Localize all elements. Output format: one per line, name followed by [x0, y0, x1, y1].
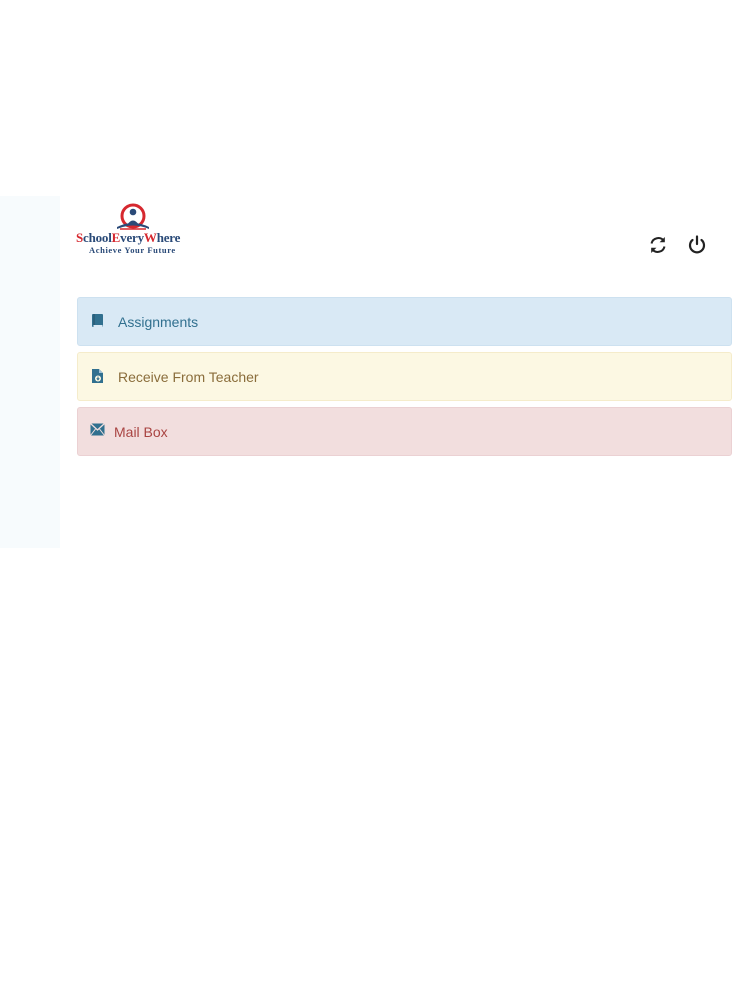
refresh-button[interactable] — [647, 234, 669, 256]
file-download-icon — [92, 369, 103, 383]
book-icon — [92, 314, 103, 327]
menu-item-mail-box[interactable]: Mail Box — [77, 407, 732, 456]
school-everywhere-logo: SchoolEveryWhere Achieve Your Future — [76, 203, 194, 259]
logo-word-chool: chool — [83, 230, 112, 245]
logo-letter-e: E — [111, 230, 121, 245]
refresh-icon — [650, 237, 666, 253]
menu-item-label: Receive From Teacher — [118, 369, 259, 385]
left-sidebar-strip — [0, 196, 60, 548]
logo-emblem-icon — [117, 203, 149, 230]
logo-letter-w: W — [143, 230, 157, 245]
logo-word-very: very — [120, 230, 144, 245]
menu-item-label: Assignments — [118, 314, 199, 330]
logo-word-here: here — [156, 230, 181, 245]
menu-item-receive-from-teacher[interactable]: Receive From Teacher — [77, 352, 732, 401]
menu-item-assignments[interactable]: Assignments — [77, 297, 732, 346]
power-icon — [688, 235, 706, 254]
logo-tagline: Achieve Your Future — [89, 245, 176, 255]
menu-item-label: Mail Box — [114, 424, 168, 440]
logo-letter-s: S — [76, 230, 84, 245]
logo-wordmark: SchoolEveryWhere — [76, 230, 180, 246]
power-button[interactable] — [686, 234, 708, 256]
envelope-icon — [90, 423, 105, 436]
